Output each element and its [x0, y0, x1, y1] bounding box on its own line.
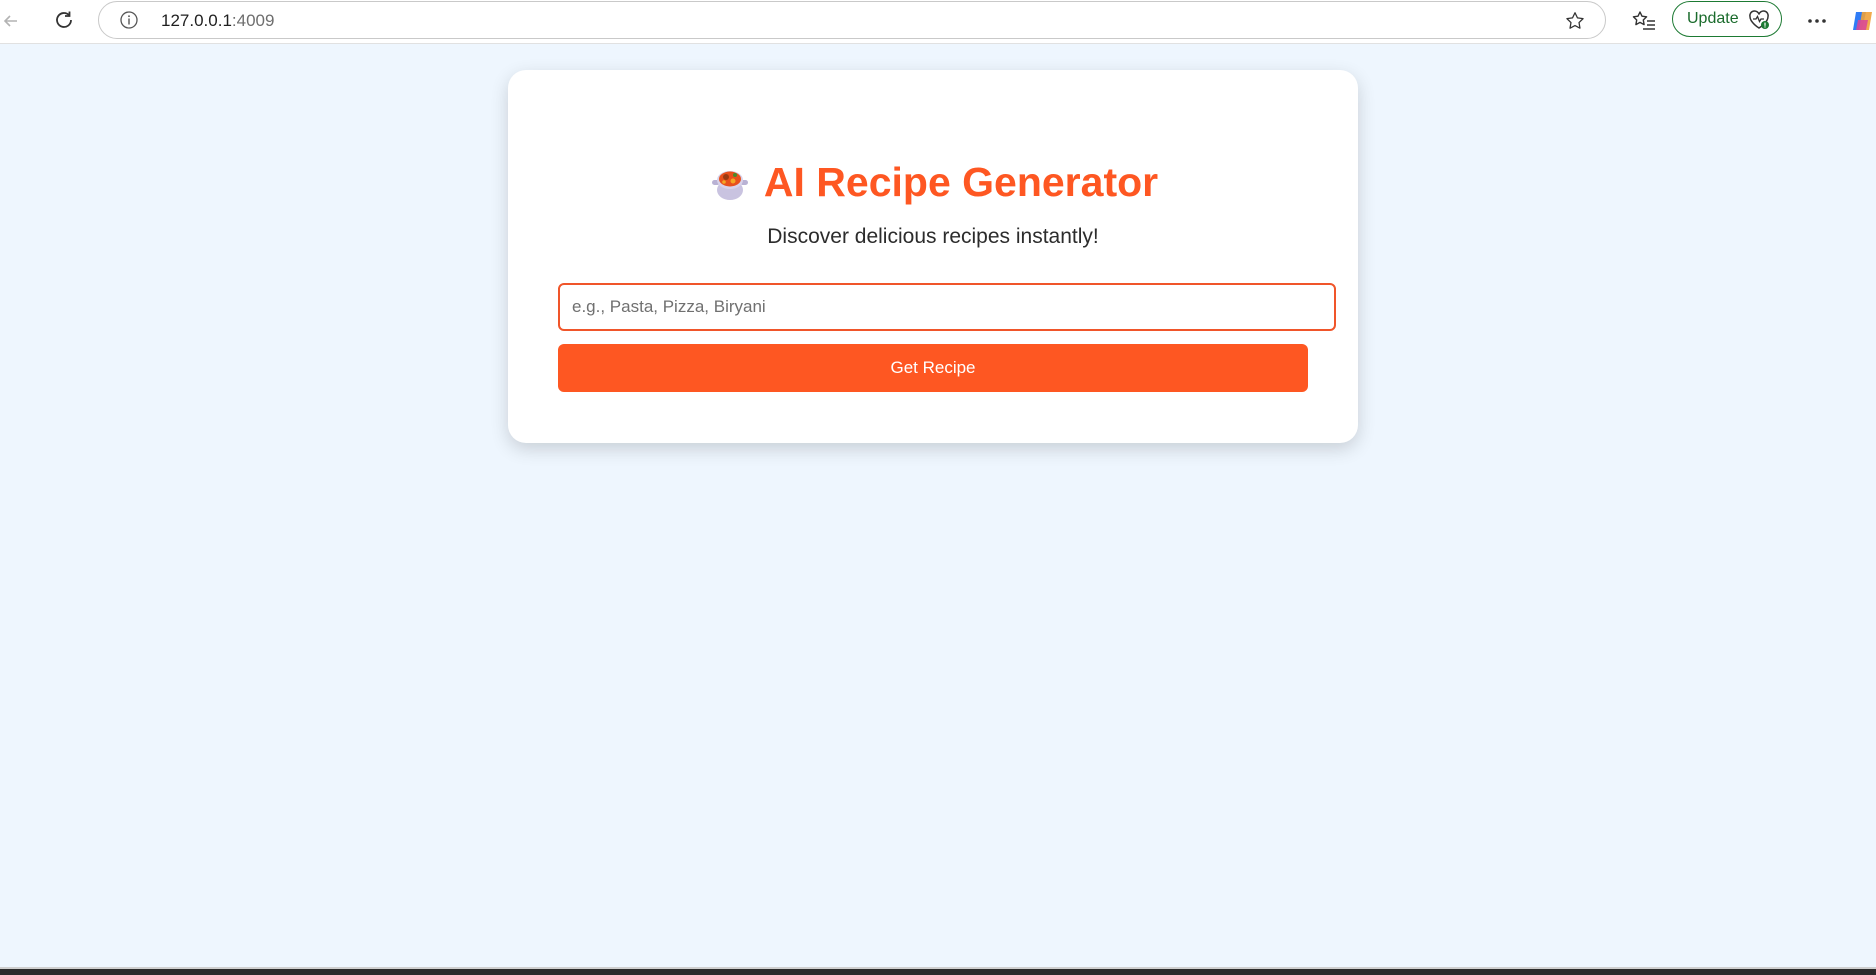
- more-icon[interactable]: [1802, 6, 1832, 36]
- url-text: 127.0.0.1:4009: [161, 11, 274, 31]
- browser-toolbar: 127.0.0.1:4009 Update: [0, 0, 1876, 44]
- url-port: :4009: [231, 11, 275, 30]
- heart-health-icon: [1747, 9, 1771, 31]
- favorites-icon[interactable]: [1628, 6, 1660, 36]
- stew-pot-icon: [708, 160, 752, 204]
- title-row: AI Recipe Generator: [508, 152, 1358, 212]
- info-icon[interactable]: [119, 10, 139, 30]
- update-button[interactable]: Update: [1672, 1, 1782, 37]
- url-host: 127.0.0.1: [161, 11, 232, 30]
- back-arrow-icon[interactable]: [0, 6, 22, 36]
- copilot-icon[interactable]: [1850, 6, 1876, 36]
- update-label: Update: [1687, 10, 1739, 27]
- get-recipe-button[interactable]: Get Recipe: [558, 344, 1308, 392]
- taskbar-edge: [0, 967, 1876, 975]
- star-icon[interactable]: [1563, 9, 1587, 33]
- address-bar[interactable]: 127.0.0.1:4009: [98, 1, 1606, 39]
- recipe-search-input[interactable]: [558, 283, 1336, 331]
- page-subtitle: Discover delicious recipes instantly!: [767, 225, 1099, 248]
- recipe-card: AI Recipe Generator Discover delicious r…: [508, 70, 1358, 443]
- page-title: AI Recipe Generator: [763, 158, 1159, 205]
- reload-icon[interactable]: [48, 4, 80, 36]
